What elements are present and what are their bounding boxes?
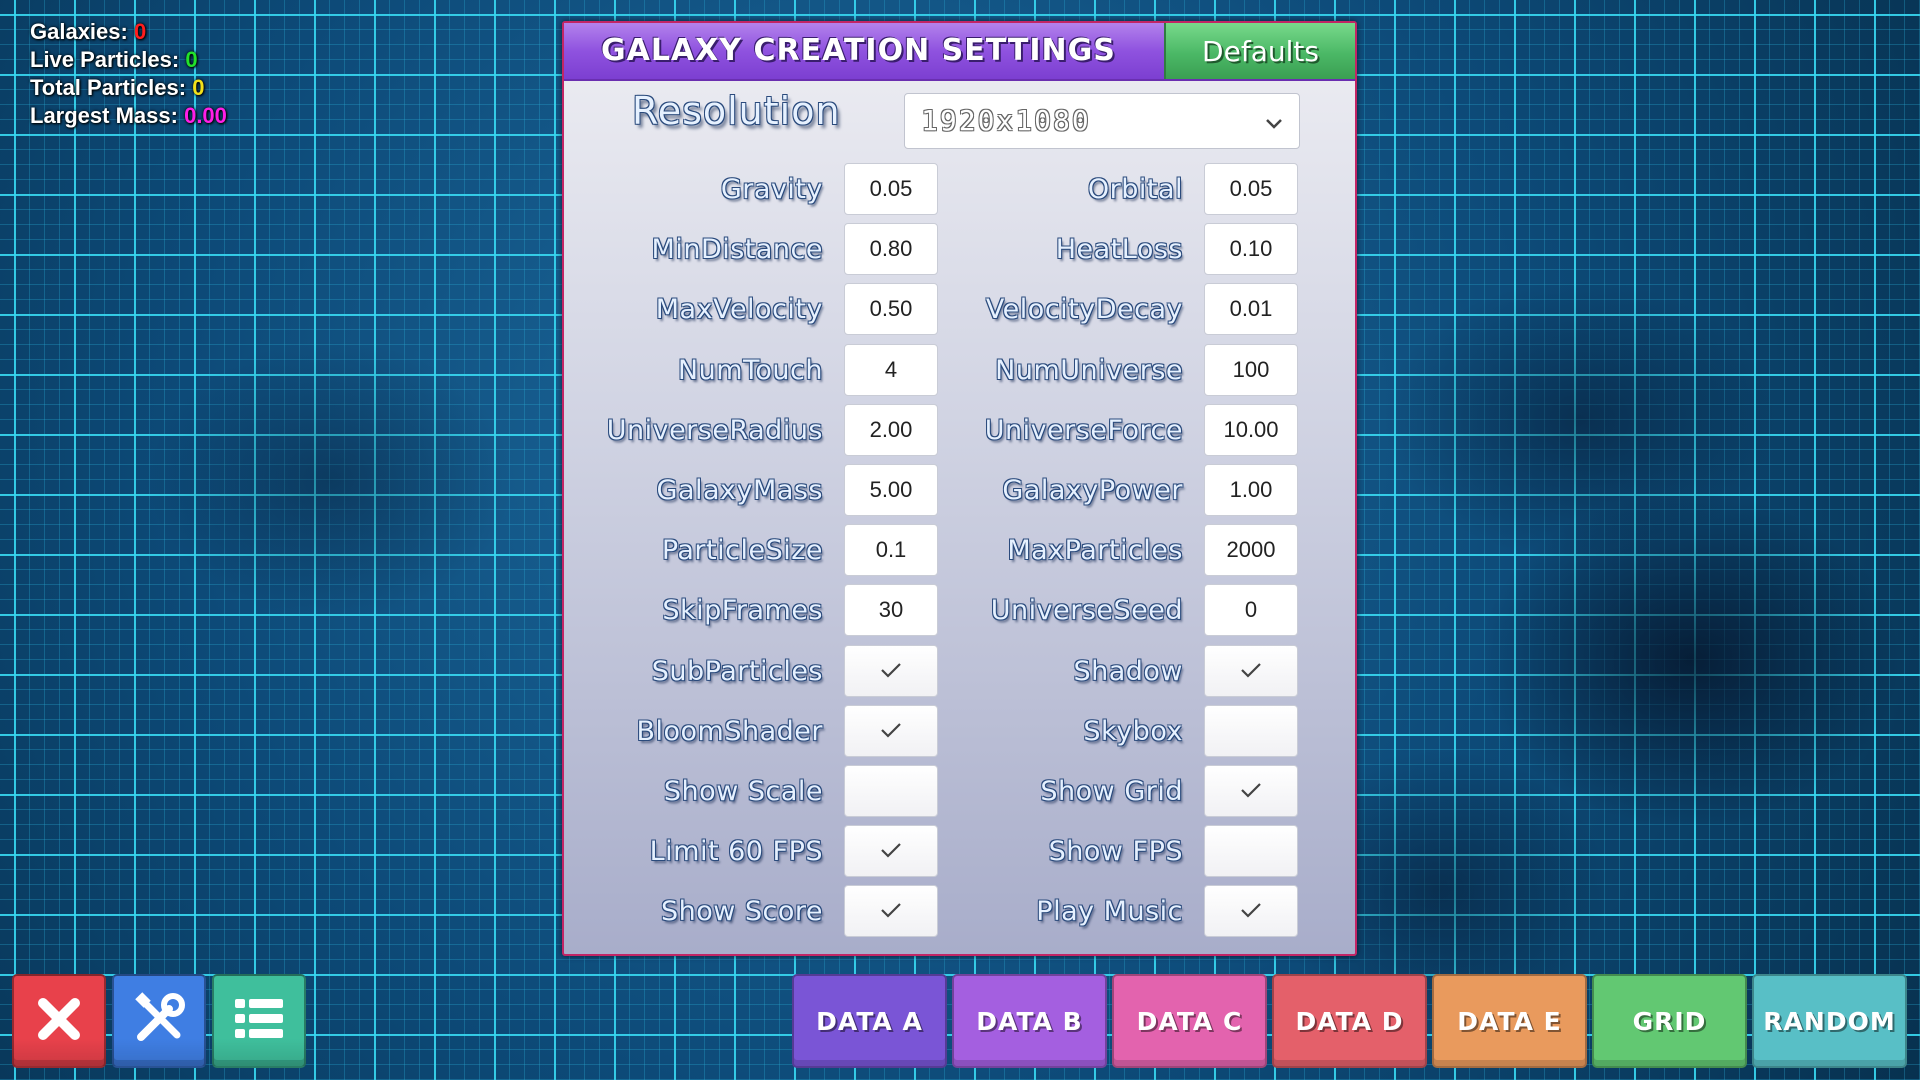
grid-button[interactable]: GRID <box>1592 974 1747 1068</box>
resolution-value: 1920x1080 <box>921 104 1091 137</box>
defaults-button[interactable]: Defaults <box>1164 23 1355 79</box>
particlesize-input[interactable]: 0.1 <box>844 524 938 576</box>
stat-value: 0 <box>185 47 198 72</box>
numtouch-label: NumTouch <box>677 354 823 386</box>
show-score-label: Show Score <box>660 895 823 927</box>
maxvelocity-input[interactable]: 0.50 <box>844 283 938 335</box>
heatloss-label: HeatLoss <box>1055 233 1183 265</box>
stat-label: Galaxies: <box>30 19 128 44</box>
limit-60-fps-checkbox[interactable] <box>844 825 938 877</box>
data-e-button[interactable]: DATA E <box>1432 974 1587 1068</box>
show-grid-label: Show Grid <box>1040 775 1183 807</box>
galaxymass-input[interactable]: 5.00 <box>844 464 938 516</box>
resolution-select[interactable]: 1920x1080 <box>904 93 1300 149</box>
velocitydecay-label: VelocityDecay <box>985 293 1183 325</box>
data-d-button[interactable]: DATA D <box>1272 974 1427 1068</box>
numtouch-input[interactable]: 4 <box>844 344 938 396</box>
chevron-down-icon <box>1263 112 1285 138</box>
show-scale-checkbox[interactable] <box>844 765 938 817</box>
tools-button[interactable] <box>112 974 206 1068</box>
universeseed-label: UniverseSeed <box>990 594 1183 626</box>
skipframes-input[interactable]: 30 <box>844 584 938 636</box>
close-icon <box>31 991 87 1051</box>
stats-overlay: Galaxies: 0 Live Particles: 0 Total Partic… <box>30 18 227 130</box>
universeradius-input[interactable]: 2.00 <box>844 404 938 456</box>
universeforce-label: UniverseForce <box>984 414 1183 446</box>
maxparticles-input[interactable]: 2000 <box>1204 524 1298 576</box>
maxvelocity-label: MaxVelocity <box>655 293 823 325</box>
maxparticles-label: MaxParticles <box>1007 534 1183 566</box>
limit-60-fps-label: Limit 60 FPS <box>649 835 823 867</box>
data-b-button[interactable]: DATA B <box>952 974 1107 1068</box>
gravity-input[interactable]: 0.05 <box>844 163 938 215</box>
galaxypower-input[interactable]: 1.00 <box>1204 464 1298 516</box>
show-score-checkbox[interactable] <box>844 885 938 937</box>
particlesize-label: ParticleSize <box>661 534 823 566</box>
stat-label: Largest Mass: <box>30 103 178 128</box>
galaxymass-label: GalaxyMass <box>656 474 823 506</box>
stat-value: 0.00 <box>184 103 227 128</box>
bloomshader-checkbox[interactable] <box>844 705 938 757</box>
stat-value: 0 <box>192 75 205 100</box>
play-music-label: Play Music <box>1036 895 1183 927</box>
heatloss-input[interactable]: 0.10 <box>1204 223 1298 275</box>
show-grid-checkbox[interactable] <box>1204 765 1298 817</box>
tools-icon <box>129 989 189 1053</box>
universeforce-input[interactable]: 10.00 <box>1204 404 1298 456</box>
panel-title: GALAXY CREATION SETTINGS <box>601 33 1116 68</box>
checkmark-icon <box>878 836 904 867</box>
numuniverse-input[interactable]: 100 <box>1204 344 1298 396</box>
skipframes-label: SkipFrames <box>662 594 823 626</box>
panel-header: GALAXY CREATION SETTINGS Defaults <box>564 23 1355 81</box>
stat-row: Live Particles: 0 <box>30 46 227 74</box>
stat-row: Galaxies: 0 <box>30 18 227 46</box>
mindistance-label: MinDistance <box>651 233 823 265</box>
numuniverse-label: NumUniverse <box>995 354 1183 386</box>
stat-row: Total Particles: 0 <box>30 74 227 102</box>
skybox-label: Skybox <box>1083 715 1183 747</box>
stat-label: Live Particles: <box>30 47 180 72</box>
show-fps-checkbox[interactable] <box>1204 825 1298 877</box>
checkmark-icon <box>1238 656 1264 687</box>
show-scale-label: Show Scale <box>663 775 823 807</box>
bloomshader-label: BloomShader <box>636 715 823 747</box>
gravity-label: Gravity <box>720 173 823 205</box>
checkmark-icon <box>878 716 904 747</box>
resolution-label: Resolution <box>632 89 841 133</box>
random-button[interactable]: RANDOM <box>1752 974 1907 1068</box>
checkmark-icon <box>878 656 904 687</box>
play-music-checkbox[interactable] <box>1204 885 1298 937</box>
stat-value: 0 <box>133 19 147 44</box>
stat-label: Total Particles: <box>30 75 187 100</box>
universeseed-input[interactable]: 0 <box>1204 584 1298 636</box>
orbital-label: Orbital <box>1087 173 1183 205</box>
list-icon <box>229 991 289 1051</box>
shadow-label: Shadow <box>1073 655 1183 687</box>
list-button[interactable] <box>212 974 306 1068</box>
checkmark-icon <box>878 896 904 927</box>
data-c-button[interactable]: DATA C <box>1112 974 1267 1068</box>
subparticles-label: SubParticles <box>651 655 823 687</box>
universeradius-label: UniverseRadius <box>606 414 823 446</box>
galaxypower-label: GalaxyPower <box>1002 474 1183 506</box>
velocitydecay-input[interactable]: 0.01 <box>1204 283 1298 335</box>
orbital-input[interactable]: 0.05 <box>1204 163 1298 215</box>
mindistance-input[interactable]: 0.80 <box>844 223 938 275</box>
stat-row: Largest Mass: 0.00 <box>30 102 227 130</box>
subparticles-checkbox[interactable] <box>844 645 938 697</box>
data-a-button[interactable]: DATA A <box>792 974 947 1068</box>
shadow-checkbox[interactable] <box>1204 645 1298 697</box>
close-button[interactable] <box>12 974 106 1068</box>
checkmark-icon <box>1238 776 1264 807</box>
show-fps-label: Show FPS <box>1048 835 1183 867</box>
checkmark-icon <box>1238 896 1264 927</box>
settings-panel: GALAXY CREATION SETTINGS Defaults Resolu… <box>562 21 1357 956</box>
skybox-checkbox[interactable] <box>1204 705 1298 757</box>
